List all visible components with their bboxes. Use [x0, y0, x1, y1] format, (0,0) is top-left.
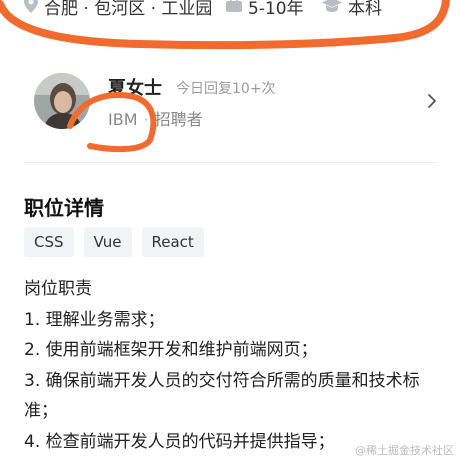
- job-location-text: 合肥 · 包河区 · 工业园: [44, 0, 213, 19]
- separator-dot: ·: [143, 110, 149, 129]
- recruiter-role: 招聘者: [154, 110, 203, 129]
- description-line: 准；: [24, 401, 58, 421]
- chevron-right-icon[interactable]: [426, 93, 438, 109]
- job-location: 合肥 · 包河区 · 工业园: [24, 0, 212, 19]
- description-line: 3. 确保前端开发人员的交付符合所需的质量和技术标: [24, 370, 420, 391]
- recruiter-company: IBM: [108, 110, 138, 129]
- recruiter-name: 夏女士: [108, 78, 162, 99]
- job-education-text: 本科: [348, 0, 382, 19]
- location-pin-icon: [24, 0, 38, 18]
- job-experience-text: 5-10年: [248, 0, 304, 19]
- description-line: 岗位职责: [24, 279, 92, 299]
- briefcase-icon: [226, 0, 242, 17]
- divider: [24, 162, 438, 163]
- job-description: 岗位职责 1. 理解业务需求； 2. 使用前端框架开发和维护前端网页； 3. 确…: [24, 274, 440, 457]
- description-line: 2. 使用前端框架开发和维护前端网页；: [24, 340, 318, 360]
- recruiter-avatar[interactable]: [34, 73, 90, 129]
- recruiter-company-line: IBM · 招聘者: [108, 106, 203, 130]
- description-line: 1. 理解业务需求；: [24, 309, 165, 330]
- skill-tag[interactable]: React: [141, 227, 204, 257]
- graduation-cap-icon: [322, 0, 342, 17]
- skill-tag[interactable]: Vue: [83, 227, 132, 257]
- job-education: 本科: [322, 0, 382, 19]
- skill-tags: CSS Vue React: [24, 227, 204, 257]
- recruiter-reply-status: 今日回复10+次: [176, 81, 276, 97]
- skill-tag[interactable]: CSS: [24, 227, 74, 257]
- watermark: @稀土掘金技术社区: [355, 444, 454, 457]
- job-experience: 5-10年: [226, 0, 304, 19]
- section-title: 职位详情: [24, 196, 104, 220]
- job-meta-row: 合肥 · 包河区 · 工业园 5-10年 本科: [0, 0, 460, 22]
